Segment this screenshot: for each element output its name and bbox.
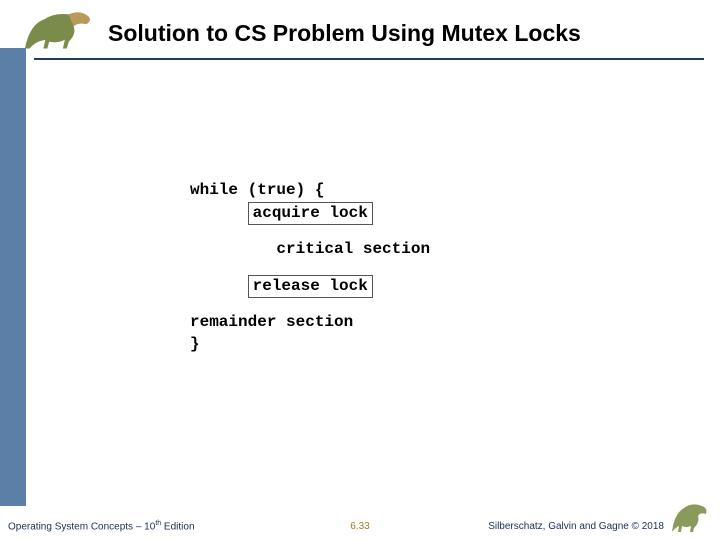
dinosaur-logo-icon [20, 4, 98, 54]
code-release-row: release lock [190, 275, 430, 299]
code-remainder: remainder section [190, 312, 430, 334]
left-sidebar [0, 48, 26, 506]
footer: Operating System Concepts – 10th Edition… [0, 516, 720, 532]
code-while: while (true) { [190, 180, 430, 202]
header-rule [34, 58, 704, 60]
code-critical: critical section [190, 239, 430, 261]
acquire-lock-box: acquire lock [248, 202, 373, 226]
code-acquire-row: acquire lock [190, 202, 430, 226]
footer-copyright: Silberschatz, Galvin and Gagne © 2018 [488, 521, 664, 532]
slide-title: Solution to CS Problem Using Mutex Locks [108, 20, 581, 47]
code-close: } [190, 334, 430, 356]
code-block: while (true) { acquire lock critical sec… [190, 180, 430, 356]
release-lock-box: release lock [248, 275, 373, 299]
